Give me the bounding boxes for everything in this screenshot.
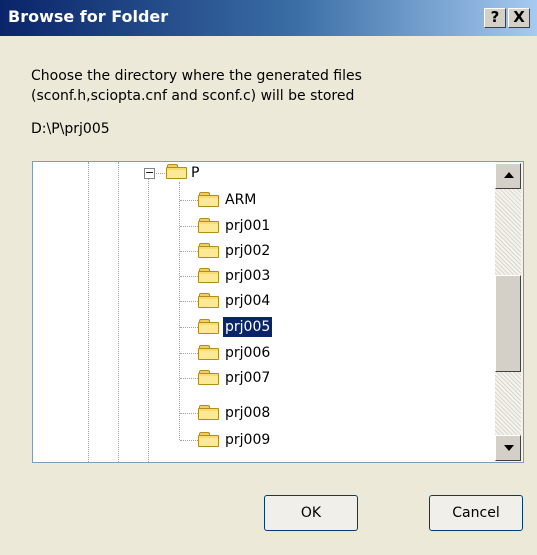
close-button[interactable]: X	[508, 8, 530, 28]
scroll-down-button[interactable]	[495, 435, 521, 461]
tree-node-prj009[interactable]: prj009	[223, 430, 272, 450]
tree-node-prj002[interactable]: prj002	[223, 241, 272, 261]
tree-node-arm[interactable]: ARM	[223, 190, 258, 210]
window-title: Browse for Folder	[8, 7, 169, 26]
folder-icon	[198, 345, 220, 361]
tree-connector	[153, 173, 167, 174]
tree-node-prj008[interactable]: prj008	[223, 403, 272, 423]
tree-guide-line	[148, 176, 149, 462]
scrollbar-thumb[interactable]	[495, 275, 521, 372]
tree-node-prj004[interactable]: prj004	[223, 291, 272, 311]
folder-icon	[198, 370, 220, 386]
ok-button[interactable]: OK	[264, 495, 358, 531]
help-button[interactable]: ?	[484, 8, 506, 28]
tree-connector	[180, 200, 198, 201]
title-bar[interactable]: Browse for Folder ? X	[0, 0, 537, 36]
folder-icon	[198, 218, 220, 234]
tree-connector	[180, 413, 198, 414]
tree-node-prj007[interactable]: prj007	[223, 368, 272, 388]
vertical-scrollbar[interactable]	[495, 162, 523, 462]
folder-icon	[198, 432, 220, 448]
tree-connector	[180, 440, 198, 441]
tree-connector	[180, 327, 198, 328]
folder-open-icon	[166, 164, 188, 180]
arrow-down-icon	[504, 445, 514, 451]
tree-connector	[180, 353, 198, 354]
tree-node-prj001[interactable]: prj001	[223, 216, 272, 236]
folder-icon	[198, 192, 220, 208]
instruction-line-1: Choose the directory where the generated…	[31, 68, 362, 84]
scroll-up-button[interactable]	[495, 163, 521, 189]
tree-guide-line	[88, 162, 89, 462]
tree-node-p[interactable]: P	[189, 163, 201, 183]
tree-node-prj005-selected[interactable]: prj005	[221, 316, 274, 338]
current-path: D:\P\prj005	[31, 121, 110, 137]
cancel-button[interactable]: Cancel	[429, 495, 523, 531]
tree-connector	[180, 378, 198, 379]
folder-icon	[198, 268, 220, 284]
browse-for-folder-dialog: Browse for Folder ? X Choose the directo…	[0, 0, 537, 555]
folder-tree[interactable]: − P ARM prj001 prj002 prj003 prj004 prj0…	[32, 161, 524, 463]
arrow-up-icon	[504, 172, 514, 178]
tree-connector	[180, 301, 198, 302]
tree-node-prj003[interactable]: prj003	[223, 266, 272, 286]
folder-icon	[198, 243, 220, 259]
tree-guide-line	[179, 182, 180, 440]
folder-icon	[198, 405, 220, 421]
folder-icon	[198, 293, 220, 309]
tree-connector	[180, 251, 198, 252]
tree-connector	[180, 276, 198, 277]
folder-icon	[198, 319, 220, 335]
tree-connector	[180, 226, 198, 227]
tree-node-prj006[interactable]: prj006	[223, 343, 272, 363]
tree-guide-line	[118, 162, 119, 462]
instruction-text: Choose the directory where the generated…	[31, 66, 362, 106]
collapse-toggle[interactable]: −	[144, 167, 155, 179]
instruction-line-2: (sconf.h,sciopta.cnf and sconf.c) will b…	[31, 88, 355, 104]
